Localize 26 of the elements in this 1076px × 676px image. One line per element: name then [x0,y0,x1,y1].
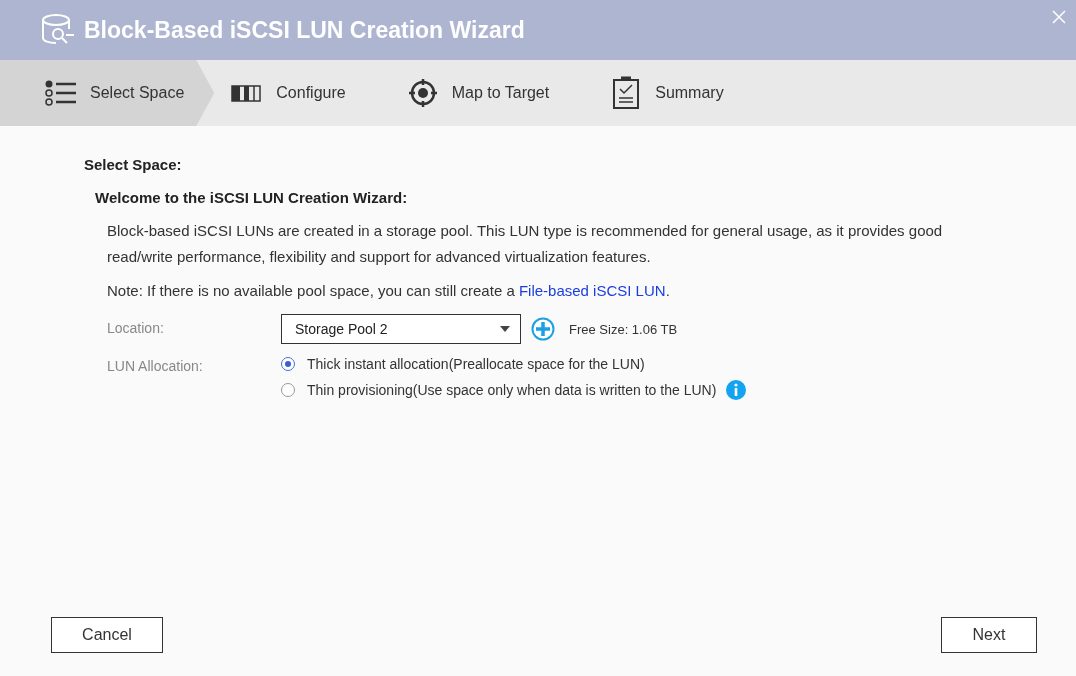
wizard-step[interactable]: Configure [214,60,376,126]
list-icon [44,78,78,108]
wizard-step[interactable]: Summary [593,60,754,126]
file-based-lun-link[interactable]: File-based iSCSI LUN [518,282,666,299]
location-label: Location: [107,319,165,336]
allocation-option[interactable]: Thick instant allocation(Preallocate space for the LUN) [281,356,645,372]
window-title: Block-Based iSCSI LUN Creation Wizard [84,16,525,44]
description-text: Block-based iSCSI LUNs are created in a storage pool. This LUN type is recommended for general usage, as it provides good read/write performance, flexibility and support for advanced virtualization features. [107,221,944,267]
section-title: Select Space: [84,156,183,173]
cancel-button[interactable]: Cancel [51,617,163,653]
location-dropdown[interactable]: Storage Pool 2 [281,314,521,344]
allocation-label: LUN Allocation: [107,357,204,374]
radio-button[interactable] [281,383,295,397]
add-icon[interactable] [531,317,555,341]
welcome-heading: Welcome to the iSCSI LUN Creation Wizard: [95,189,409,206]
allocation-option[interactable]: Thin provisioning(Use space only when data is written to the LUN) [281,382,717,398]
close-icon[interactable] [1052,10,1066,24]
wizard-step[interactable]: Select Space [0,60,215,126]
database-icon [40,13,76,47]
info-icon[interactable] [726,380,747,400]
wizard-step[interactable]: Map to Target [389,60,580,126]
radio-button[interactable] [281,357,295,371]
note-text: Note: If there is no available pool space, you can still create a File-based iSCSI LUN. [107,281,671,301]
free-size-text: Free Size: 1.06 TB [569,321,678,337]
caret-icon [500,326,510,332]
next-button[interactable]: Next [941,617,1037,653]
